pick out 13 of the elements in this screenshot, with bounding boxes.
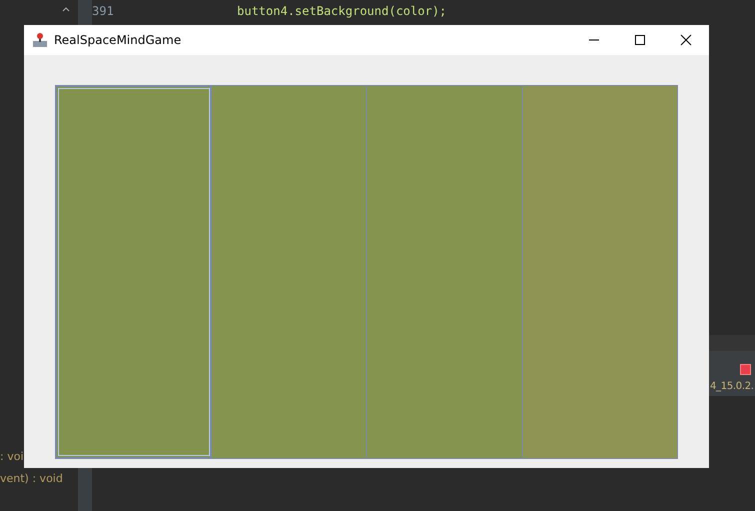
window-title: RealSpaceMindGame bbox=[54, 33, 182, 47]
stop-icon[interactable] bbox=[740, 364, 751, 375]
color-button[interactable] bbox=[56, 86, 212, 458]
color-button[interactable] bbox=[212, 86, 367, 458]
console-tab[interactable]: 4_15.0.2. bbox=[710, 381, 754, 392]
joystick-icon bbox=[32, 32, 48, 48]
outline-item[interactable]: : voi bbox=[0, 450, 24, 463]
collapse-icon[interactable] bbox=[62, 7, 70, 12]
outline-item[interactable]: vent) : void bbox=[0, 472, 63, 485]
color-button[interactable] bbox=[522, 86, 677, 458]
code-line: button4.setBackground(color); bbox=[237, 4, 447, 18]
line-number: 391 bbox=[92, 4, 114, 18]
color-button[interactable] bbox=[367, 86, 522, 458]
